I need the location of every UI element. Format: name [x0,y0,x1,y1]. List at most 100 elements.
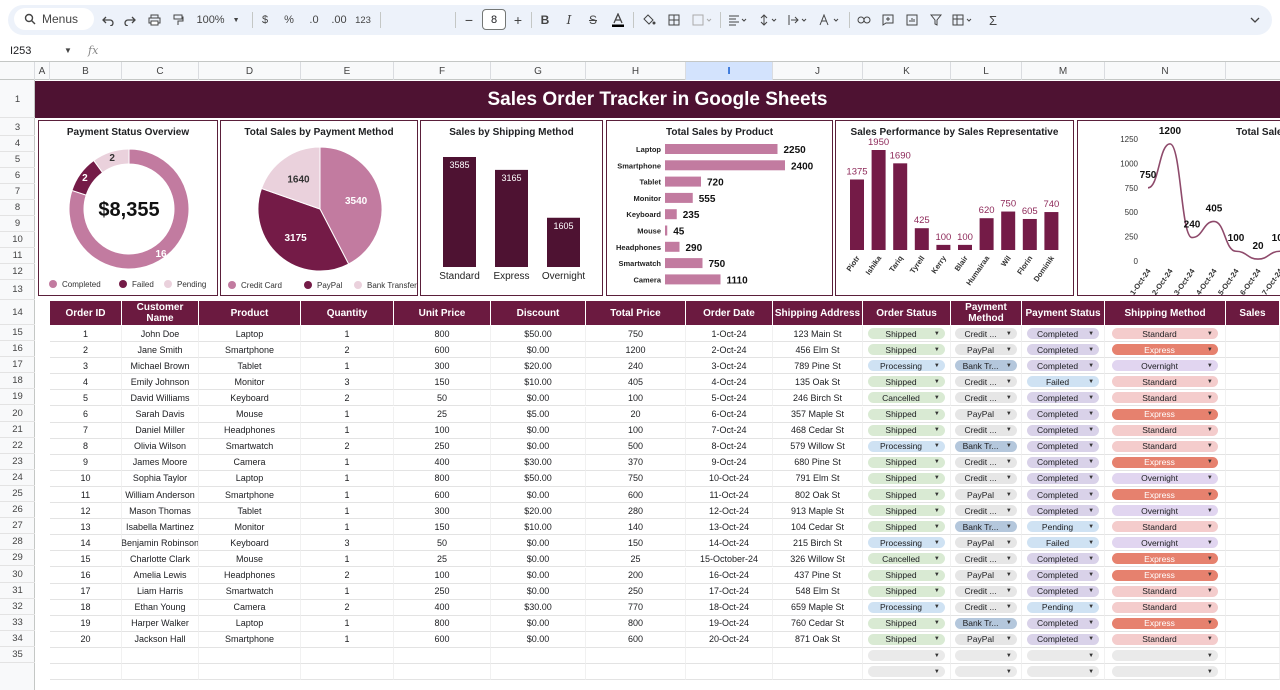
table-cell[interactable]: Cancelled ▼ [863,551,951,568]
row-header-24[interactable]: 24 [0,470,35,486]
empty-dropdown-chip[interactable]: ▼ [868,650,945,662]
font-size-increase-icon[interactable]: + [511,10,525,30]
dropdown-chip[interactable]: Credit ... ▼ [955,585,1017,597]
table-cell[interactable]: Processing ▼ [863,535,951,552]
table-cell[interactable]: Pending ▼ [1022,519,1105,536]
table-cell[interactable]: Completed ▼ [1022,326,1105,343]
bar-tariq[interactable] [893,163,908,250]
dropdown-chip[interactable]: Standard ▼ [1112,392,1218,404]
table-cell[interactable]: Express ▼ [1105,567,1226,584]
table-cell[interactable]: Express ▼ [1105,487,1226,504]
row-header-20[interactable]: 20 [0,406,35,422]
dropdown-chip[interactable]: Credit ... ▼ [955,328,1017,340]
paint-format-icon[interactable] [170,10,186,30]
dropdown-chip[interactable]: Standard ▼ [1112,376,1218,388]
bar-kerry[interactable] [936,244,951,250]
column-header-j[interactable]: J [773,62,863,80]
dropdown-chip[interactable]: Completed ▼ [1026,424,1100,436]
column-header-c[interactable]: C [122,62,199,80]
dropdown-chip[interactable]: Express ▼ [1112,408,1218,420]
dropdown-chip[interactable]: Standard ▼ [1112,633,1218,645]
table-cell[interactable]: Shipped ▼ [863,422,951,439]
column-header-h[interactable]: H [586,62,686,80]
dropdown-chip[interactable]: PayPal ▼ [955,633,1017,645]
dropdown-chip[interactable]: Bank Tr... ▼ [955,440,1017,452]
table-cell[interactable]: PayPal ▼ [951,631,1022,648]
row-header-10[interactable]: 10 [0,232,35,248]
bar-smartphone[interactable] [665,160,785,171]
table-cell[interactable]: Shipped ▼ [863,503,951,520]
dropdown-chip[interactable]: Standard ▼ [1112,328,1218,340]
row-header-3[interactable]: 3 [0,120,35,136]
dropdown-chip[interactable]: Credit ... ▼ [955,553,1017,565]
column-header-sales[interactable]: Sales [1226,301,1280,325]
table-cell[interactable]: Express ▼ [1105,551,1226,568]
dropdown-chip[interactable]: Credit ... ▼ [955,392,1017,404]
column-header-a[interactable]: A [35,62,50,80]
row-header-31[interactable]: 31 [0,583,35,599]
dropdown-chip[interactable]: Credit ... ▼ [955,601,1017,613]
menus-search-button[interactable]: Menus [14,8,94,30]
bar-dominik[interactable] [1044,212,1059,250]
row-header-9[interactable]: 9 [0,216,35,232]
empty-cell[interactable]: ▼ [951,664,1022,681]
row-header-7[interactable]: 7 [0,184,35,200]
dropdown-chip[interactable]: Processing ▼ [868,537,945,549]
dropdown-chip[interactable]: Shipped ▼ [868,521,945,533]
column-header-g[interactable]: G [491,62,586,80]
dropdown-chip[interactable]: Pending ▼ [1026,601,1100,613]
column-header-order-date[interactable]: Order Date [686,301,773,325]
bar-monitor[interactable] [665,192,693,203]
dropdown-chip[interactable]: Express ▼ [1112,569,1218,581]
dropdown-chip[interactable]: Credit ... ▼ [955,505,1017,517]
table-cell[interactable]: Processing ▼ [863,438,951,455]
table-cell[interactable]: Completed ▼ [1022,438,1105,455]
table-cell[interactable]: Standard ▼ [1105,631,1226,648]
dropdown-chip[interactable]: Overnight ▼ [1112,537,1218,549]
row-header-32[interactable]: 32 [0,599,35,615]
table-cell[interactable]: Failed ▼ [1022,535,1105,552]
dropdown-chip[interactable]: Standard ▼ [1112,521,1218,533]
column-header-unit-price[interactable]: Unit Price [394,301,491,325]
table-cell[interactable]: Credit ... ▼ [951,454,1022,471]
empty-cell[interactable]: ▼ [1105,648,1226,665]
dropdown-chip[interactable]: Completed ▼ [1026,505,1100,517]
dropdown-chip[interactable]: Shipped ▼ [868,344,945,356]
table-cell[interactable]: Standard ▼ [1105,374,1226,391]
dropdown-chip[interactable]: Cancelled ▼ [868,392,945,404]
row-header-30[interactable]: 30 [0,567,35,583]
dropdown-chip[interactable]: Credit ... ▼ [955,376,1017,388]
chart-icon[interactable] [904,10,920,30]
table-cell[interactable]: Bank Tr... ▼ [951,519,1022,536]
dropdown-chip[interactable]: Shipped ▼ [868,489,945,501]
empty-dropdown-chip[interactable]: ▼ [1112,666,1218,678]
table-cell[interactable]: Standard ▼ [1105,422,1226,439]
row-header-26[interactable]: 26 [0,502,35,519]
table-cell[interactable]: Express ▼ [1105,342,1226,359]
dropdown-chip[interactable]: Completed ▼ [1026,328,1100,340]
dropdown-chip[interactable]: Completed ▼ [1026,440,1100,452]
table-cell[interactable]: Standard ▼ [1105,326,1226,343]
column-header-k[interactable]: K [863,62,951,80]
row-header-21[interactable]: 21 [0,422,35,438]
column-header-i[interactable]: I [686,62,773,80]
column-header-b[interactable]: B [50,62,122,80]
bar-tyrell[interactable] [914,228,929,250]
dropdown-chip[interactable]: PayPal ▼ [955,569,1017,581]
merge-cells-icon[interactable] [690,10,716,30]
column-header-payment-method[interactable]: Payment Method [951,301,1022,325]
row-header-4[interactable]: 4 [0,136,35,152]
dropdown-chip[interactable]: Credit ... ▼ [955,456,1017,468]
empty-cell[interactable]: ▼ [951,648,1022,665]
dropdown-chip[interactable]: Standard ▼ [1112,601,1218,613]
table-cell[interactable]: Completed ▼ [1022,487,1105,504]
dropdown-chip[interactable]: Completed ▼ [1026,553,1100,565]
bar-piotr[interactable] [850,179,864,250]
dropdown-chip[interactable]: Shipped ▼ [868,633,945,645]
bar-humairaa[interactable] [979,218,994,250]
table-cell[interactable]: Shipped ▼ [863,567,951,584]
filter-icon[interactable] [928,10,944,30]
table-cell[interactable]: Processing ▼ [863,599,951,616]
row-header-14[interactable]: 14 [0,300,35,325]
bar-wil[interactable] [1001,211,1016,250]
